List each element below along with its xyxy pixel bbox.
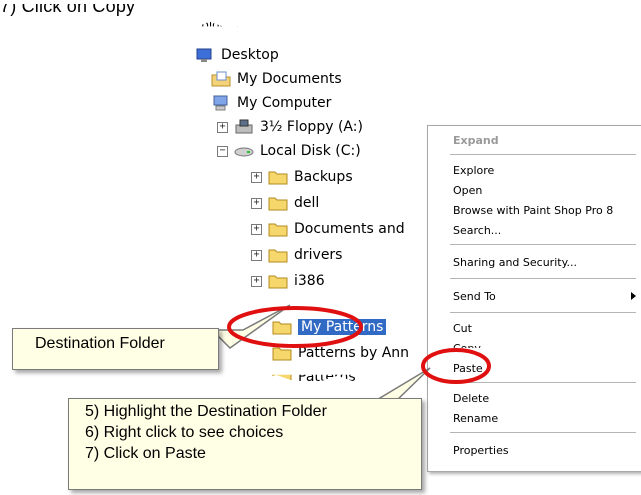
highlight-ellipse-paste	[421, 348, 491, 384]
callout-instructions: 5) Highlight the Destination Folder 6) R…	[68, 398, 422, 490]
callout-destination-text: Destination Folder	[35, 335, 165, 352]
instruction-line-5: 5) Highlight the Destination Folder	[85, 403, 327, 420]
callout-destination-folder: Destination Folder	[12, 328, 219, 370]
instruction-line-7: 7) Click on Paste	[85, 445, 206, 462]
instruction-line-6: 6) Right click to see choices	[85, 424, 284, 441]
